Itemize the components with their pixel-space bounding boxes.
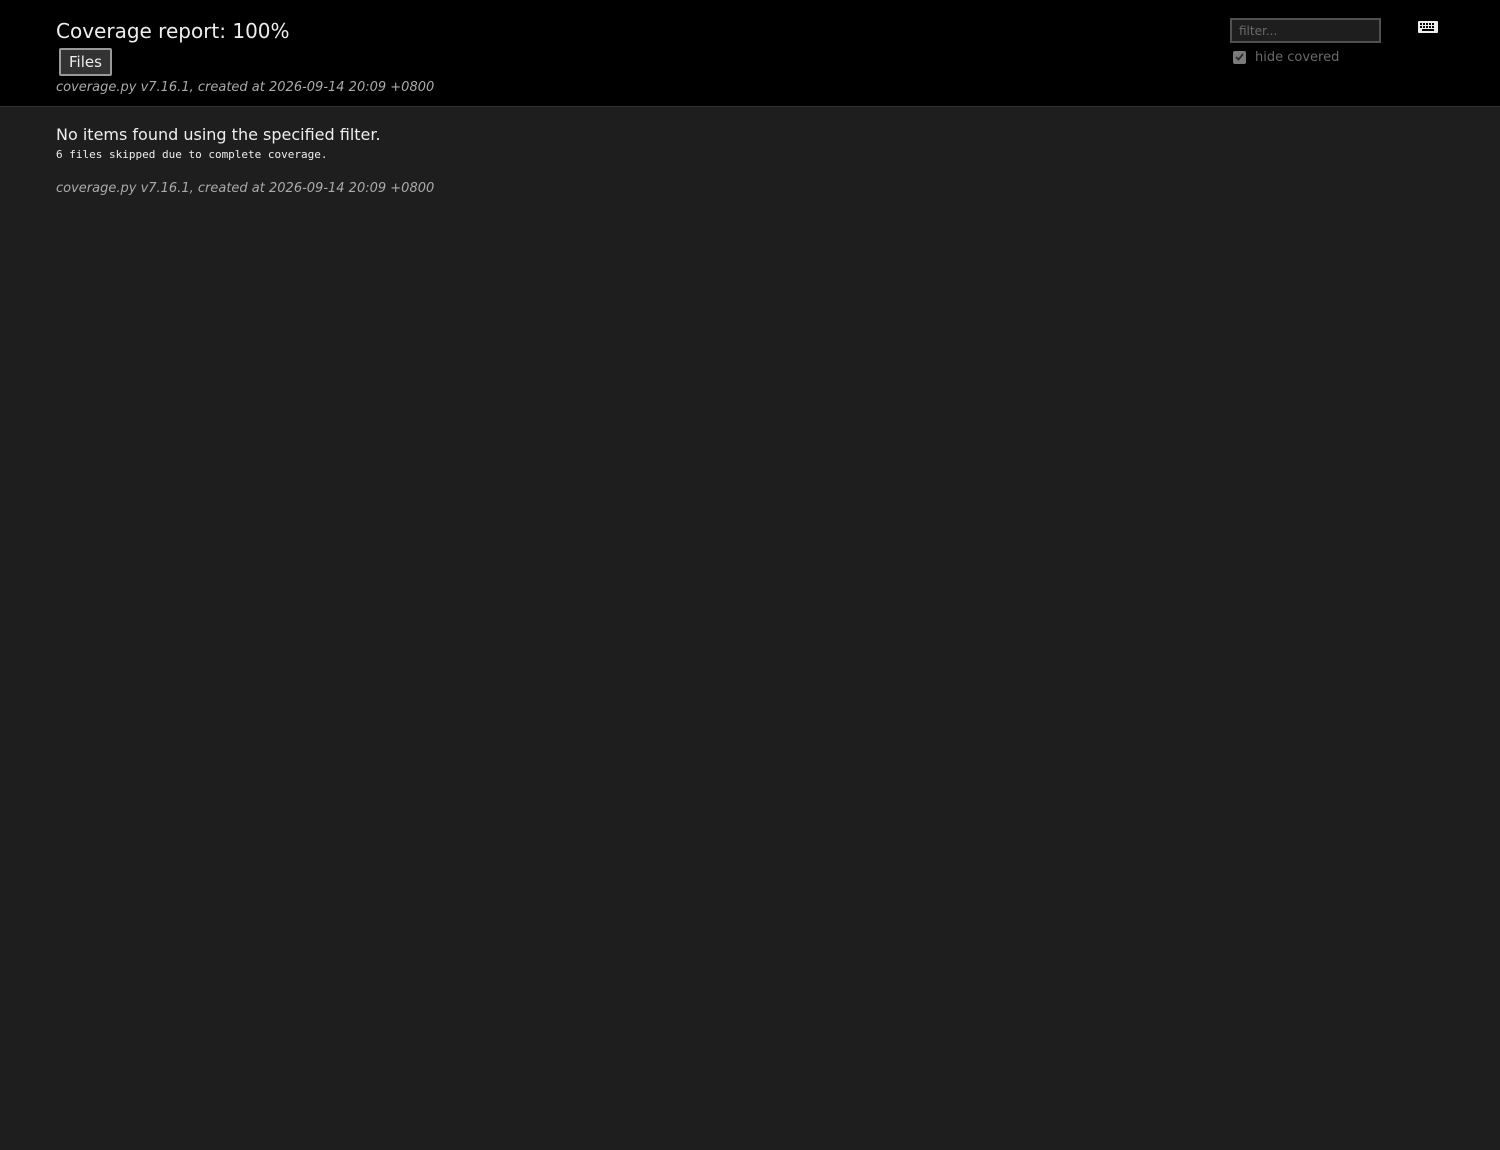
hide-covered-label: hide covered (1255, 49, 1340, 65)
report-header: Coverage report: 100% Files coverage.py … (0, 0, 1500, 107)
files-button[interactable]: Files (59, 48, 112, 76)
filter-input[interactable] (1230, 18, 1381, 43)
checkmark-icon (1235, 53, 1244, 61)
footer-meta-text: coverage.py v7.16.1, created at 2026-09-… (56, 181, 435, 196)
page-title: Coverage report: 100% (56, 19, 290, 43)
keyboard-icon[interactable] (1418, 21, 1438, 33)
no-items-message: No items found using the specified filte… (56, 125, 381, 144)
header-meta-text: coverage.py v7.16.1, created at 2026-09-… (56, 80, 435, 95)
hide-covered-checkbox[interactable] (1233, 50, 1246, 64)
hide-covered-control[interactable]: hide covered (1233, 48, 1339, 66)
skipped-files-text: 6 files skipped due to complete coverage… (56, 148, 328, 161)
